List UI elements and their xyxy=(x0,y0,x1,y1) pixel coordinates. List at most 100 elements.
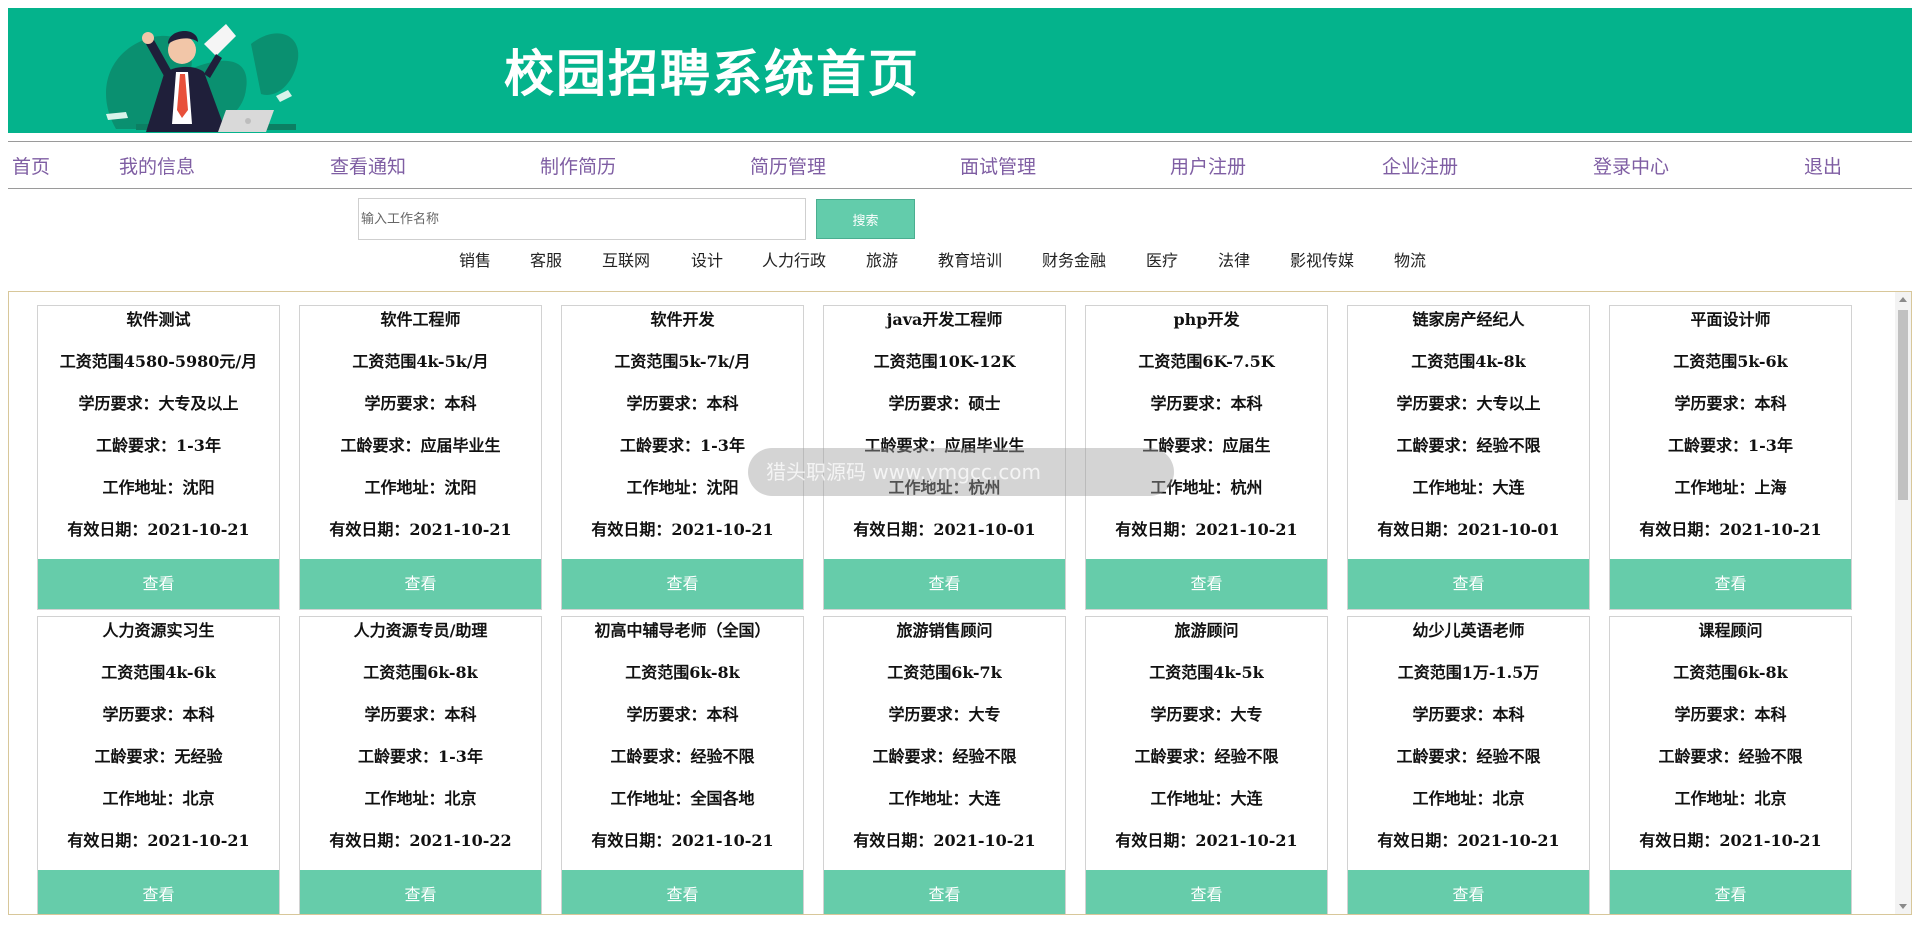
category-bar: 销售 客服 互联网 设计 人力行政 旅游 教育培训 财务金融 医疗 法律 影视传… xyxy=(0,248,1920,274)
nav-logout[interactable]: 退出 xyxy=(1804,144,1842,190)
nav-notifications[interactable]: 查看通知 xyxy=(330,144,406,190)
job-education: 学历要求：大专以上 xyxy=(1396,394,1541,413)
nav-home[interactable]: 首页 xyxy=(12,144,50,190)
job-card: 平面设计师 工资范围5k-6k 学历要求：本科 工龄要求：1-3年 工作地址：上… xyxy=(1609,305,1852,610)
job-education: 学历要求：本科 xyxy=(364,705,477,724)
category-sales[interactable]: 销售 xyxy=(459,248,491,274)
job-location: 工作地址：沈阳 xyxy=(364,478,477,497)
category-media[interactable]: 影视传媒 xyxy=(1290,248,1354,274)
view-job-button[interactable]: 查看 xyxy=(1610,870,1851,914)
nav-company-register[interactable]: 企业注册 xyxy=(1382,144,1458,190)
view-job-button[interactable]: 查看 xyxy=(562,559,803,609)
job-valid-date: 有效日期：2021-10-21 xyxy=(853,831,1036,850)
nav-resume-manage[interactable]: 简历管理 xyxy=(750,144,826,190)
job-title: 链家房产经纪人 xyxy=(1412,310,1525,329)
view-job-button[interactable]: 查看 xyxy=(1348,870,1589,914)
view-job-button[interactable]: 查看 xyxy=(1086,559,1327,609)
job-title: 平面设计师 xyxy=(1690,310,1771,329)
job-card: 课程顾问 工资范围6k-8k 学历要求：本科 工龄要求：经验不限 工作地址：北京… xyxy=(1609,616,1852,914)
job-education: 学历要求：本科 xyxy=(1412,705,1525,724)
job-education: 学历要求：本科 xyxy=(626,394,739,413)
view-job-button[interactable]: 查看 xyxy=(1348,559,1589,609)
job-salary: 工资范围4k-5k xyxy=(1149,663,1264,682)
job-card: 软件测试 工资范围4580-5980元/月 学历要求：大专及以上 工龄要求：1-… xyxy=(37,305,280,610)
view-job-button[interactable]: 查看 xyxy=(38,870,279,914)
view-job-button[interactable]: 查看 xyxy=(1610,559,1851,609)
job-location: 工作地址：北京 xyxy=(1674,789,1787,808)
job-title: 人力资源实习生 xyxy=(102,621,215,640)
job-search-input[interactable] xyxy=(358,198,806,240)
view-job-button[interactable]: 查看 xyxy=(824,870,1065,914)
job-title: 人力资源专员/助理 xyxy=(353,621,488,640)
job-location: 工作地址：大连 xyxy=(888,789,1001,808)
job-card: 人力资源专员/助理 工资范围6k-8k 学历要求：本科 工龄要求：1-3年 工作… xyxy=(299,616,542,914)
businessman-illustration xyxy=(106,24,299,132)
view-job-button[interactable]: 查看 xyxy=(1086,870,1327,914)
job-salary: 工资范围6k-8k xyxy=(363,663,478,682)
job-location: 工作地址：大连 xyxy=(1150,789,1263,808)
job-valid-date: 有效日期：2021-10-21 xyxy=(1377,831,1560,850)
job-card: 初高中辅导老师（全国） 工资范围6k-8k 学历要求：本科 工龄要求：经验不限 … xyxy=(561,616,804,914)
job-valid-date: 有效日期：2021-10-21 xyxy=(1115,831,1298,850)
job-title: php开发 xyxy=(1173,310,1240,329)
nav-login-center[interactable]: 登录中心 xyxy=(1593,144,1669,190)
view-job-button[interactable]: 查看 xyxy=(562,870,803,914)
search-button[interactable]: 搜索 xyxy=(816,199,915,239)
job-valid-date: 有效日期：2021-10-21 xyxy=(67,831,250,850)
vertical-scrollbar[interactable] xyxy=(1895,292,1911,914)
job-experience: 工龄要求：经验不限 xyxy=(610,747,755,766)
category-design[interactable]: 设计 xyxy=(691,248,723,274)
job-experience: 工龄要求：1-3年 xyxy=(1668,436,1793,455)
job-location: 工作地址：北京 xyxy=(102,789,215,808)
scroll-up-arrow-icon[interactable] xyxy=(1899,297,1907,302)
site-header: 校园招聘系统首页 xyxy=(8,8,1912,133)
view-job-button[interactable]: 查看 xyxy=(38,559,279,609)
site-title: 校园招聘系统首页 xyxy=(504,45,920,103)
job-location: 工作地址：上海 xyxy=(1674,478,1787,497)
category-customer-service[interactable]: 客服 xyxy=(530,248,562,274)
category-medical[interactable]: 医疗 xyxy=(1146,248,1178,274)
job-title: java开发工程师 xyxy=(886,310,1003,329)
job-title: 旅游销售顾问 xyxy=(896,621,993,640)
category-travel[interactable]: 旅游 xyxy=(866,248,898,274)
scrollbar-thumb[interactable] xyxy=(1898,310,1908,500)
job-valid-date: 有效日期：2021-10-21 xyxy=(1639,831,1822,850)
nav-create-resume[interactable]: 制作简历 xyxy=(540,144,616,190)
category-logistics[interactable]: 物流 xyxy=(1394,248,1426,274)
job-location: 工作地址：北京 xyxy=(364,789,477,808)
job-salary: 工资范围6K-7.5K xyxy=(1138,352,1275,371)
scroll-down-arrow-icon[interactable] xyxy=(1899,904,1907,909)
view-job-button[interactable]: 查看 xyxy=(824,559,1065,609)
job-salary: 工资范围1万-1.5万 xyxy=(1397,663,1540,682)
view-job-button[interactable]: 查看 xyxy=(300,870,541,914)
view-job-button[interactable]: 查看 xyxy=(300,559,541,609)
job-salary: 工资范围4580-5980元/月 xyxy=(59,352,258,371)
job-experience: 工龄要求：经验不限 xyxy=(1396,747,1541,766)
category-finance[interactable]: 财务金融 xyxy=(1042,248,1106,274)
job-salary: 工资范围5k-7k/月 xyxy=(614,352,751,371)
job-education: 学历要求：硕士 xyxy=(888,394,1001,413)
category-law[interactable]: 法律 xyxy=(1218,248,1250,274)
job-education: 学历要求：本科 xyxy=(1674,394,1787,413)
category-internet[interactable]: 互联网 xyxy=(602,248,650,274)
job-education: 学历要求：本科 xyxy=(1150,394,1263,413)
category-hr-admin[interactable]: 人力行政 xyxy=(762,248,826,274)
job-experience: 工龄要求：无经验 xyxy=(94,747,223,766)
job-education: 学历要求：本科 xyxy=(626,705,739,724)
job-salary: 工资范围6k-8k xyxy=(625,663,740,682)
nav-my-info[interactable]: 我的信息 xyxy=(119,144,195,190)
job-card: 链家房产经纪人 工资范围4k-8k 学历要求：大专以上 工龄要求：经验不限 工作… xyxy=(1347,305,1590,610)
job-title: 初高中辅导老师（全国） xyxy=(594,621,771,640)
main-nav: 首页 我的信息 查看通知 制作简历 简历管理 面试管理 用户注册 企业注册 登录… xyxy=(8,144,1912,190)
job-title: 幼少儿英语老师 xyxy=(1412,621,1525,640)
job-education: 学历要求：大专 xyxy=(888,705,1001,724)
job-valid-date: 有效日期：2021-10-01 xyxy=(853,520,1036,539)
job-valid-date: 有效日期：2021-10-21 xyxy=(1115,520,1298,539)
job-experience: 工龄要求：经验不限 xyxy=(1396,436,1541,455)
nav-top-divider xyxy=(8,141,1912,142)
nav-user-register[interactable]: 用户注册 xyxy=(1170,144,1246,190)
category-education[interactable]: 教育培训 xyxy=(938,248,1002,274)
job-education: 学历要求：本科 xyxy=(364,394,477,413)
job-experience: 工龄要求：应届毕业生 xyxy=(340,436,501,455)
nav-interview-manage[interactable]: 面试管理 xyxy=(960,144,1036,190)
